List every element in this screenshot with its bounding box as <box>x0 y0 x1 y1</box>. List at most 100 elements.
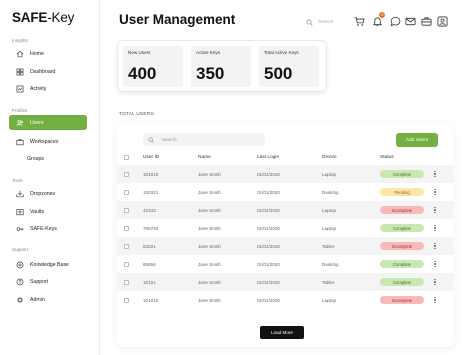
notifications-button[interactable]: 3 <box>371 12 385 27</box>
users-table-panel: Search Add Users User ID Name Last Login… <box>117 123 453 347</box>
add-users-button[interactable]: Add Users <box>396 133 438 147</box>
more-options-icon[interactable] <box>433 201 437 219</box>
cell-status: Incomplete <box>380 201 424 219</box>
sidebar: SAFE-Key Insights Home Dashboard Activit… <box>0 0 100 355</box>
status-badge: Complete <box>380 260 424 268</box>
logo-suffix: -Key <box>47 10 75 25</box>
sidebar-item-activity[interactable]: Activity <box>9 81 87 96</box>
sidebar-item-label: Dashboard <box>30 68 56 75</box>
row-checkbox[interactable] <box>124 207 129 213</box>
sidebar-section-insights: Insights <box>12 38 28 43</box>
table-search-input[interactable]: Search <box>143 133 265 146</box>
table-row[interactable]: 83221 Jane Smith 01/01/2020 Tablet Incomplet… <box>117 237 453 255</box>
sidebar-section-profiles: Profiles <box>12 108 28 113</box>
more-options-icon[interactable] <box>433 273 437 291</box>
cell-user-id: 83221 <box>143 243 156 249</box>
cell-user-id: 101010 <box>143 297 159 303</box>
stats-card: New Users 400 Active Keys 350 Total Acti… <box>117 40 327 92</box>
column-status[interactable]: Status <box>380 151 394 164</box>
sidebar-item-knowledge-base[interactable]: Knowledge Base <box>9 257 87 272</box>
logo: SAFE-Key <box>12 10 74 25</box>
table-row[interactable]: 101010 Jane Smith 01/01/2020 Laptop Incomple… <box>117 291 453 309</box>
load-more-button[interactable]: Load More <box>260 326 304 339</box>
table-row[interactable]: 101010 Jane Smith 01/01/2020 Laptop Complete <box>117 165 453 183</box>
chat-icon[interactable] <box>389 15 401 27</box>
row-checkbox[interactable] <box>124 279 129 285</box>
notification-badge: 3 <box>379 12 385 18</box>
sidebar-item-dropzones[interactable]: Dropzones <box>9 186 87 201</box>
sidebar-item-vaults[interactable]: Vaults <box>9 204 87 219</box>
sidebar-item-home[interactable]: Home <box>9 46 87 61</box>
sidebar-item-label: SAFE-Keys <box>30 225 57 232</box>
row-checkbox[interactable] <box>124 171 129 177</box>
dashboard-icon <box>16 68 24 76</box>
table-row[interactable]: 10101 Jane Smith 01/01/2020 Tablet Complete <box>117 273 453 291</box>
table-row[interactable]: 120321 Jane Smith 01/01/2020 Desktop Pending <box>117 183 453 201</box>
stat-value: 400 <box>128 64 157 83</box>
more-options-icon[interactable] <box>433 165 437 183</box>
cell-user-id: 10101 <box>143 279 156 285</box>
cell-name: Jane Smith <box>198 225 221 231</box>
sidebar-item-admin[interactable]: Admin <box>9 292 87 307</box>
row-checkbox[interactable] <box>124 189 129 195</box>
row-checkbox[interactable] <box>124 243 129 249</box>
cell-status: Complete <box>380 273 424 291</box>
cell-device: Laptop <box>322 225 337 231</box>
table-row[interactable]: 785763 Jane Smith 01/01/2020 Laptop Complete <box>117 219 453 237</box>
column-name[interactable]: Name <box>198 151 211 164</box>
more-options-icon[interactable] <box>433 291 437 309</box>
more-options-icon[interactable] <box>433 219 437 237</box>
more-options-icon[interactable] <box>433 183 437 201</box>
cell-name: Jane Smith <box>198 243 221 249</box>
table-search-placeholder: Search <box>162 137 177 142</box>
row-checkbox[interactable] <box>124 261 129 267</box>
cell-device: Tablet <box>322 279 335 285</box>
briefcase-icon[interactable] <box>420 15 432 27</box>
account-icon[interactable] <box>436 15 448 27</box>
sidebar-item-dashboard[interactable]: Dashboard <box>9 64 87 79</box>
admin-icon <box>16 296 24 304</box>
sidebar-item-label: Users <box>30 119 44 126</box>
cell-name: Jane Smith <box>198 171 221 177</box>
stat-value: 500 <box>264 64 293 83</box>
table-row[interactable]: 65656 Jane Smith 01/01/2020 Desktop Complete <box>117 255 453 273</box>
cell-name: Jane Smith <box>198 297 221 303</box>
sidebar-item-workspaces[interactable]: Workspaces <box>9 134 87 149</box>
cell-device: Desktop <box>322 261 339 267</box>
sidebar-item-groups[interactable]: Groups <box>9 151 87 166</box>
header-search[interactable]: Search <box>306 15 342 29</box>
sidebar-item-support[interactable]: Support <box>9 274 87 289</box>
cart-icon[interactable] <box>353 15 365 27</box>
more-options-icon[interactable] <box>433 237 437 255</box>
status-badge: Incomplete <box>380 206 424 214</box>
sidebar-item-safe-keys[interactable]: SAFE-Keys <box>9 221 87 236</box>
cell-last-login: 01/01/2020 <box>257 225 280 231</box>
table-header: User ID Name Last Login Device Status <box>117 151 453 164</box>
row-checkbox[interactable] <box>124 297 129 303</box>
column-device[interactable]: Device <box>322 151 337 164</box>
cell-name: Jane Smith <box>198 207 221 213</box>
select-all-checkbox[interactable] <box>124 155 129 160</box>
cell-user-id: 785763 <box>143 225 159 231</box>
table-row[interactable]: 42342 Jane Smith 01/01/2020 Laptop Incomplet… <box>117 201 453 219</box>
cell-status: Complete <box>380 255 424 273</box>
cell-device: Laptop <box>322 297 337 303</box>
cell-last-login: 01/01/2020 <box>257 279 280 285</box>
sidebar-item-label: Activity <box>30 85 47 92</box>
logo-text: SAFE <box>12 10 48 25</box>
mail-icon[interactable] <box>404 15 416 27</box>
stat-active-keys: Active Keys 350 <box>191 46 251 87</box>
sidebar-item-users[interactable]: Users <box>9 115 87 130</box>
sidebar-item-label: Admin <box>30 296 45 303</box>
cell-user-id: 120321 <box>143 189 159 195</box>
knowledge-base-icon <box>16 261 24 269</box>
home-icon <box>16 50 24 58</box>
row-checkbox[interactable] <box>124 225 129 231</box>
sidebar-item-label: Vaults <box>30 208 45 215</box>
cell-user-id: 42342 <box>143 207 156 213</box>
cell-last-login: 01/01/2020 <box>257 189 280 195</box>
column-last-login[interactable]: Last Login <box>257 151 279 164</box>
column-user-id[interactable]: User ID <box>143 151 159 164</box>
stat-value: 350 <box>196 64 225 83</box>
more-options-icon[interactable] <box>433 255 437 273</box>
